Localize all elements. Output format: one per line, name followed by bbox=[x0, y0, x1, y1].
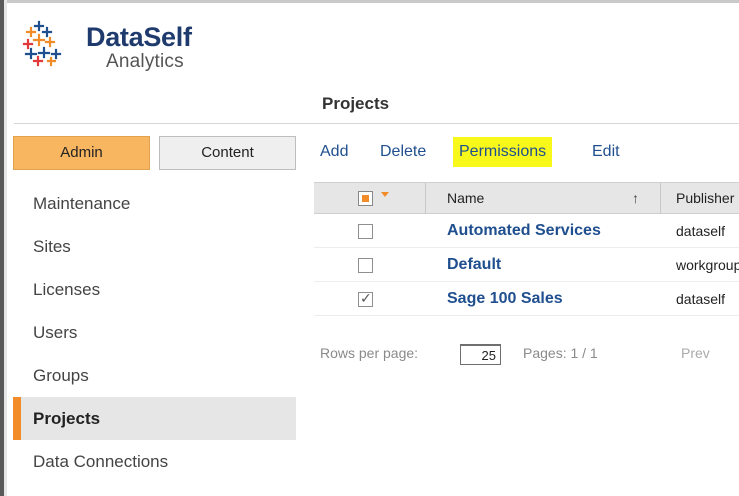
column-divider bbox=[425, 183, 426, 214]
pages-indicator: Pages: 1 / 1 bbox=[523, 345, 598, 361]
projects-table: Name ↑ Publisher Automated Services data… bbox=[314, 182, 739, 316]
rows-per-page-label: Rows per page: bbox=[320, 345, 419, 361]
tab-admin[interactable]: Admin bbox=[13, 136, 150, 170]
logo-subtitle: Analytics bbox=[106, 51, 184, 72]
sidebar-item-schedules[interactable]: Schedules bbox=[13, 483, 296, 496]
table-row: Default workgroup bbox=[314, 248, 739, 282]
window-left-border bbox=[4, 0, 7, 496]
app-window: DataSelf Analytics Projects Admin Conten… bbox=[0, 0, 739, 496]
logo-brand-name: DataSelf bbox=[86, 22, 192, 52]
add-link[interactable]: Add bbox=[320, 137, 348, 167]
rows-per-page-input[interactable] bbox=[460, 344, 501, 365]
project-owner: dataself bbox=[676, 291, 726, 307]
row-checkbox[interactable] bbox=[358, 258, 373, 273]
select-menu-triangle-icon[interactable] bbox=[381, 192, 389, 197]
sidebar-item-data-connections[interactable]: Data Connections bbox=[13, 440, 296, 483]
sidebar-item-sites[interactable]: Sites bbox=[13, 225, 296, 268]
sidebar-item-maintenance[interactable]: Maintenance bbox=[13, 182, 296, 225]
table-row: Automated Services dataself bbox=[314, 214, 739, 248]
sidebar-item-users[interactable]: Users bbox=[13, 311, 296, 354]
row-checkbox[interactable] bbox=[358, 224, 373, 239]
table-row: Sage 100 Sales dataself bbox=[314, 282, 739, 316]
select-all-checkbox[interactable] bbox=[358, 191, 373, 206]
brand-logo: DataSelf Analytics bbox=[22, 20, 222, 76]
prev-page-link[interactable]: Prev bbox=[681, 345, 710, 361]
dataself-plus-logo-icon bbox=[22, 20, 62, 67]
sidebar-item-groups[interactable]: Groups bbox=[13, 354, 296, 397]
tab-content[interactable]: Content bbox=[159, 136, 296, 170]
header-divider bbox=[14, 123, 739, 124]
project-name-link[interactable]: Automated Services bbox=[447, 222, 601, 240]
window-top-edge bbox=[0, 0, 739, 3]
column-divider bbox=[660, 183, 661, 214]
edit-link[interactable]: Edit bbox=[592, 137, 620, 167]
row-checkbox-checked[interactable] bbox=[358, 290, 373, 307]
project-owner: workgroup bbox=[676, 257, 739, 273]
delete-link[interactable]: Delete bbox=[380, 137, 426, 167]
project-name-link[interactable]: Sage 100 Sales bbox=[447, 290, 563, 308]
sort-arrow-up-icon[interactable]: ↑ bbox=[632, 190, 639, 206]
sidebar-item-licenses[interactable]: Licenses bbox=[13, 268, 296, 311]
column-header-name[interactable]: Name bbox=[447, 190, 484, 206]
column-header-owner[interactable]: Publisher bbox=[676, 190, 739, 206]
table-header: Name ↑ Publisher bbox=[314, 182, 739, 214]
project-name-link[interactable]: Default bbox=[447, 256, 501, 274]
permissions-link[interactable]: Permissions bbox=[453, 137, 553, 167]
sidebar-item-projects[interactable]: Projects bbox=[13, 397, 296, 440]
page-title: Projects bbox=[322, 94, 390, 113]
sidebar-nav: Maintenance Sites Licenses Users Groups … bbox=[13, 182, 296, 496]
project-owner: dataself bbox=[676, 223, 726, 239]
